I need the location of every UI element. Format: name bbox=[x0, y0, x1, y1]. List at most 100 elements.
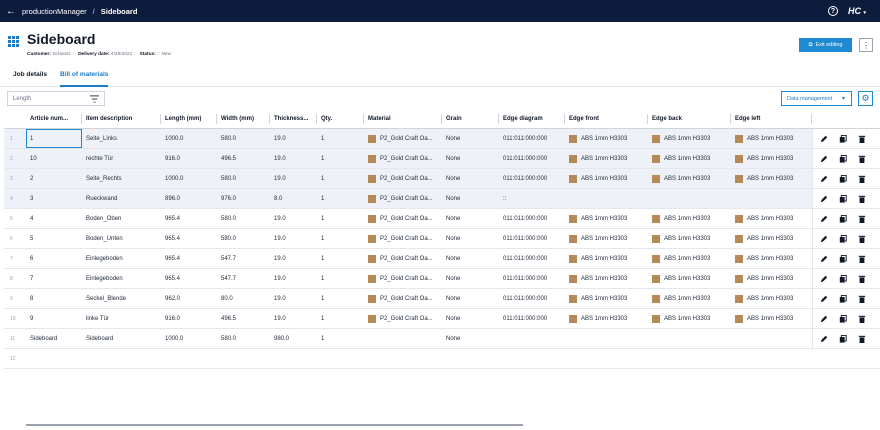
cell-article[interactable]: 1 bbox=[26, 129, 82, 148]
delete-icon[interactable] bbox=[858, 155, 866, 163]
cell-article[interactable]: 7 bbox=[26, 269, 82, 288]
horizontal-scrollbar[interactable] bbox=[26, 424, 523, 426]
cell-left[interactable]: ABS 1mm H3303 bbox=[731, 149, 812, 168]
cell-article[interactable]: 2 bbox=[26, 169, 82, 188]
copy-icon[interactable] bbox=[839, 254, 847, 263]
cell-article[interactable]: 3 bbox=[26, 189, 82, 208]
cell-article[interactable]: 8 bbox=[26, 289, 82, 308]
gear-icon[interactable]: ⚙ bbox=[858, 91, 873, 106]
more-options-icon[interactable]: ⋮ bbox=[859, 38, 873, 52]
cell-thick[interactable]: 19.0 bbox=[270, 169, 317, 188]
copy-icon[interactable] bbox=[839, 134, 847, 143]
cell-front[interactable]: ABS 1mm H3303 bbox=[565, 289, 648, 308]
table-row[interactable]: 8 7 Einlegeboden 965.4 547.7 19.0 1 P2_Gold Cra… bbox=[4, 269, 880, 289]
cell-width[interactable]: 580.0 bbox=[217, 209, 270, 228]
cell-width[interactable]: 580.0 bbox=[217, 229, 270, 248]
cell-qty[interactable]: 1 bbox=[317, 169, 364, 188]
edit-icon[interactable] bbox=[820, 215, 828, 223]
tab-job-details[interactable]: Job details bbox=[13, 71, 47, 87]
edit-icon[interactable] bbox=[820, 135, 828, 143]
brand-logo[interactable]: HC ▾ bbox=[848, 6, 866, 16]
cell-qty[interactable]: 1 bbox=[317, 329, 364, 348]
copy-icon[interactable] bbox=[839, 194, 847, 203]
cell-left[interactable]: ABS 1mm H3303 bbox=[731, 229, 812, 248]
copy-icon[interactable] bbox=[839, 214, 847, 223]
cell-desc[interactable]: Einlegeboden bbox=[82, 269, 161, 288]
edit-icon[interactable] bbox=[820, 175, 828, 183]
cell-grain[interactable]: None bbox=[442, 289, 499, 308]
column-header[interactable]: Width (mm) bbox=[217, 109, 270, 129]
cell-back[interactable]: ABS 1mm H3303 bbox=[648, 149, 731, 168]
cell-grain[interactable]: None bbox=[442, 309, 499, 328]
delete-icon[interactable] bbox=[858, 195, 866, 203]
column-header[interactable]: Edge back bbox=[648, 109, 731, 129]
table-row[interactable]: 6 5 Boden_Unten 965.4 580.0 19.0 1 P2_Gold Craf… bbox=[4, 229, 880, 249]
cell-width[interactable]: 496.5 bbox=[217, 309, 270, 328]
cell-material[interactable]: P2_Gold Craft Oa... bbox=[364, 149, 442, 168]
data-management-dropdown[interactable]: Data management ▾ bbox=[781, 91, 852, 106]
copy-icon[interactable] bbox=[839, 314, 847, 323]
cell-material[interactable]: P2_Gold Craft Oa... bbox=[364, 129, 442, 148]
cell-material[interactable] bbox=[364, 329, 442, 348]
cell-front[interactable]: ABS 1mm H3303 bbox=[565, 249, 648, 268]
cell-thick[interactable]: 19.0 bbox=[270, 209, 317, 228]
cell-left[interactable] bbox=[731, 329, 812, 348]
cell-desc[interactable]: Boden_Oben bbox=[82, 209, 161, 228]
table-row[interactable]: 5 4 Boden_Oben 965.4 580.0 19.0 1 P2_Gold Craft… bbox=[4, 209, 880, 229]
cell-diagram[interactable]: :: bbox=[499, 189, 565, 208]
cell-front[interactable]: ABS 1mm H3303 bbox=[565, 229, 648, 248]
cell-material[interactable]: P2_Gold Craft Oa... bbox=[364, 309, 442, 328]
table-row[interactable]: 4 3 Rueckwand 896.0 976.0 8.0 1 P2_Gold Craft O… bbox=[4, 189, 880, 209]
delete-icon[interactable] bbox=[858, 215, 866, 223]
filter-icon[interactable] bbox=[90, 95, 99, 103]
cell-thick[interactable]: 19.0 bbox=[270, 289, 317, 308]
column-header[interactable]: Grain bbox=[442, 109, 499, 129]
cell-left[interactable]: ABS 1mm H3303 bbox=[731, 269, 812, 288]
cell-grain[interactable]: None bbox=[442, 329, 499, 348]
cell-material[interactable]: P2_Gold Craft Oa... bbox=[364, 269, 442, 288]
cell-material[interactable]: P2_Gold Craft Oa... bbox=[364, 229, 442, 248]
help-icon[interactable]: ? bbox=[827, 6, 838, 16]
cell-length[interactable]: 965.4 bbox=[161, 249, 217, 268]
cell-desc[interactable]: Rueckwand bbox=[82, 189, 161, 208]
cell-length[interactable]: 916.0 bbox=[161, 149, 217, 168]
cell-qty[interactable]: 1 bbox=[317, 249, 364, 268]
cell-left[interactable]: ABS 1mm H3303 bbox=[731, 309, 812, 328]
cell-grain[interactable]: None bbox=[442, 249, 499, 268]
cell-article[interactable]: Sideboard bbox=[26, 329, 82, 348]
table-row[interactable]: 1 1 Seite_Links 1000.0 580.0 19.0 1 P2_Gold Cra… bbox=[4, 129, 880, 149]
cell-width[interactable]: 580.0 bbox=[217, 169, 270, 188]
cell-length[interactable]: 965.4 bbox=[161, 269, 217, 288]
breadcrumb-app[interactable]: productionManager bbox=[22, 7, 87, 16]
delete-icon[interactable] bbox=[858, 335, 866, 343]
cell-back[interactable]: ABS 1mm H3303 bbox=[648, 289, 731, 308]
cell-thick[interactable]: 19.0 bbox=[270, 149, 317, 168]
column-header[interactable]: Article num... bbox=[26, 109, 82, 129]
cell-desc[interactable]: linke Tür bbox=[82, 309, 161, 328]
delete-icon[interactable] bbox=[858, 135, 866, 143]
cell-front[interactable]: ABS 1mm H3303 bbox=[565, 149, 648, 168]
cell-width[interactable]: 547.7 bbox=[217, 269, 270, 288]
tab-bill-of-materials[interactable]: Bill of materials bbox=[60, 71, 109, 87]
cell-grain[interactable]: None bbox=[442, 269, 499, 288]
cell-thick[interactable]: 8.0 bbox=[270, 189, 317, 208]
edit-icon[interactable] bbox=[820, 155, 828, 163]
table-row[interactable]: 9 8 Seckel_Blende 962.0 80.0 19.0 1 P2_Gold Cra… bbox=[4, 289, 880, 309]
edit-icon[interactable] bbox=[820, 315, 828, 323]
cell-front[interactable] bbox=[565, 189, 648, 208]
delete-icon[interactable] bbox=[858, 235, 866, 243]
cell-thick[interactable]: 19.0 bbox=[270, 229, 317, 248]
column-header[interactable]: Material bbox=[364, 109, 442, 129]
delete-icon[interactable] bbox=[858, 275, 866, 283]
cell-left[interactable]: ABS 1mm H3303 bbox=[731, 209, 812, 228]
cell-left[interactable]: ABS 1mm H3303 bbox=[731, 129, 812, 148]
cell-diagram[interactable]: 011:011:000:000 bbox=[499, 129, 565, 148]
exit-editing-button[interactable]: ⧉ Exit editing bbox=[799, 38, 852, 52]
cell-material[interactable]: P2_Gold Craft Oa... bbox=[364, 189, 442, 208]
cell-front[interactable]: ABS 1mm H3303 bbox=[565, 169, 648, 188]
cell-back[interactable]: ABS 1mm H3303 bbox=[648, 169, 731, 188]
cell-width[interactable]: 580.0 bbox=[217, 329, 270, 348]
table-row-empty[interactable]: 12 bbox=[4, 349, 880, 369]
cell-material[interactable]: P2_Gold Craft Oa... bbox=[364, 249, 442, 268]
column-header[interactable]: Edge left bbox=[731, 109, 812, 129]
